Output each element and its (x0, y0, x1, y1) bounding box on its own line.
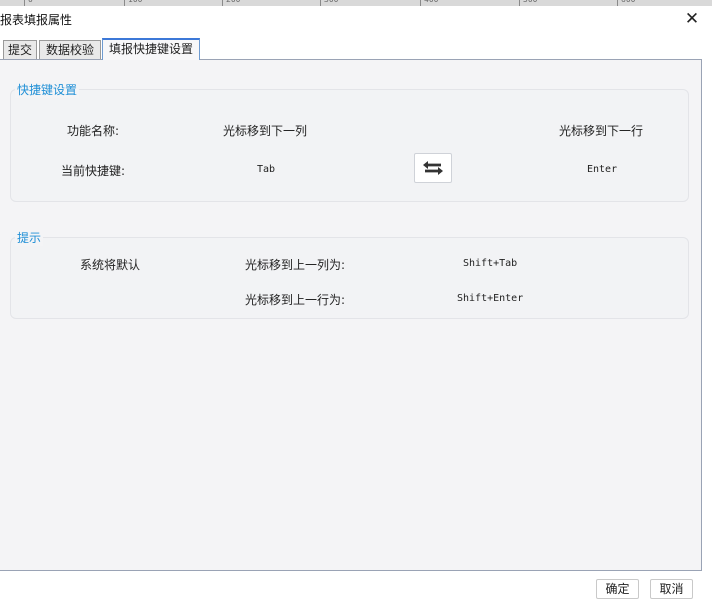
system-default-text: 系统将默认 (80, 258, 141, 272)
next-row-function: 光标移到下一行 (559, 124, 644, 138)
function-name-label: 功能名称: (67, 124, 120, 138)
dialog-title: 报表填报属性 (0, 13, 73, 27)
ruler-label: 600 (621, 0, 635, 4)
cancel-button[interactable]: 取消 (650, 579, 693, 599)
prev-row-shortcut: Shift+Enter (457, 293, 524, 304)
ruler-label: 0 (28, 0, 33, 4)
tab-submit[interactable]: 提交 (3, 40, 37, 59)
tab-strip: 提交 数据校验 填报快捷键设置 (0, 38, 712, 60)
cancel-button-label: 取消 (659, 582, 684, 596)
shortcut-settings-group (10, 89, 689, 202)
swap-arrows-icon (423, 161, 443, 175)
tab-label: 数据校验 (45, 43, 94, 57)
close-icon: ✕ (684, 9, 700, 29)
tab-label: 填报快捷键设置 (108, 42, 193, 56)
ruler-label: 100 (128, 0, 142, 4)
shortcut-settings-title: 快捷键设置 (15, 81, 80, 98)
next-column-shortcut: Tab (257, 164, 276, 175)
close-button[interactable]: ✕ (682, 9, 702, 29)
prev-column-label: 光标移到上一列为: (245, 258, 346, 272)
tab-shortcut-settings[interactable]: 填报快捷键设置 (102, 38, 200, 60)
ok-button[interactable]: 确定 (596, 579, 639, 599)
tab-label: 提交 (7, 43, 32, 57)
ruler-label: 400 (424, 0, 438, 4)
ruler-label: 300 (324, 0, 338, 4)
dialog-titlebar: 报表填报属性 ✕ (0, 6, 712, 32)
swap-shortcut-button[interactable] (414, 153, 452, 183)
tips-group (10, 237, 689, 319)
next-column-function: 光标移到下一列 (223, 124, 308, 138)
prev-column-shortcut: Shift+Tab (463, 258, 518, 269)
current-shortcut-label: 当前快捷键: (61, 164, 126, 178)
ok-button-label: 确定 (605, 582, 630, 596)
next-row-shortcut: Enter (587, 164, 618, 175)
tips-title: 提示 (15, 229, 44, 246)
ruler-label: 500 (523, 0, 537, 4)
dialog-footer: 确定 取消 (0, 571, 712, 607)
prev-row-label: 光标移到上一行为: (245, 293, 346, 307)
tab-content-panel: 快捷键设置 功能名称: 光标移到下一列 光标移到下一行 当前快捷键: Tab E… (0, 59, 702, 571)
ruler-label: 200 (226, 0, 240, 4)
tab-data-validation[interactable]: 数据校验 (39, 40, 101, 59)
